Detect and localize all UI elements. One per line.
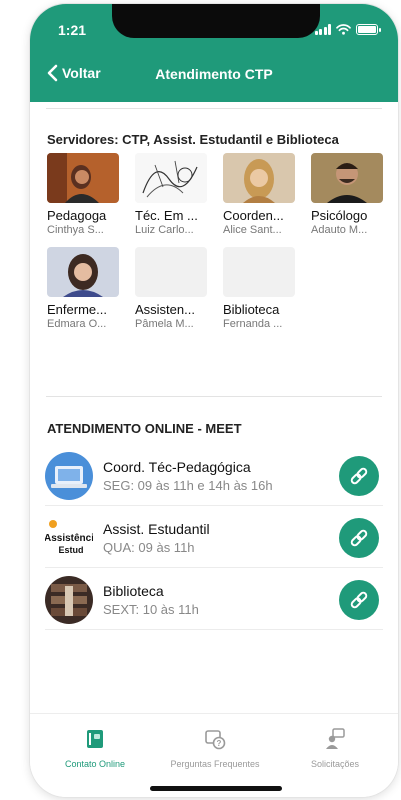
svg-text:?: ? [217,739,222,748]
staff-name: Cinthya S... [47,224,104,236]
meet-text: Biblioteca SEXT: 10 às 11h [103,583,339,617]
assist-estudantil-logo: Assistênci Estud [45,513,93,562]
staff-card-pedagoga[interactable]: Pedagoga Cinthya S... [47,153,131,236]
staff-card-biblioteca[interactable]: Biblioteca Fernanda ... [223,247,307,330]
tab-contato-online[interactable]: Contato Online [40,728,150,769]
staff-card-psicologo[interactable]: Psicólogo Adauto M... [311,153,395,236]
tab-label: Perguntas Frequentes [170,759,260,769]
tab-label: Contato Online [64,759,126,769]
device-notch [112,4,320,38]
staff-role: Coorden... [223,208,284,223]
wifi-icon [336,24,351,35]
staff-photo [47,153,119,203]
meet-link-button[interactable] [339,455,379,496]
meet-item-coordenacao[interactable]: Coord. Téc-Pedagógica SEG: 09 às 11h e 1… [45,446,383,506]
requests-person-icon [326,728,345,749]
staff-card-assistente[interactable]: Assisten... Pâmela M... [135,247,219,330]
staff-card-tecnico[interactable]: Téc. Em ... Luiz Carlo... [135,153,219,236]
tab-perguntas-frequentes[interactable]: ? Perguntas Frequentes [160,728,270,769]
staff-role: Pedagoga [47,208,107,223]
meet-text: Assist. Estudantil QUA: 09 às 11h [103,521,339,555]
staff-photo [47,247,119,297]
bottom-tab-bar: Contato Online ? Perguntas Frequentes So… [30,713,398,797]
staff-role: Biblioteca [223,302,280,317]
status-time: 1:21 [58,22,87,38]
meet-item-assist-estudantil[interactable]: Assistênci Estud Assist. Estudantil QUA:… [45,508,383,568]
meet-text: Coord. Téc-Pedagógica SEG: 09 às 11h e 1… [103,459,339,493]
staff-card-enfermagem[interactable]: Enferme... Edmara O... [47,247,131,330]
meet-item-biblioteca[interactable]: Biblioteca SEXT: 10 às 11h [45,570,383,630]
top-divider [46,108,382,109]
meet-avatar [45,575,93,624]
page-title: Atendimento CTP [155,66,273,82]
staff-role: Assisten... [135,302,195,317]
meet-schedule: SEXT: 10 às 11h [103,601,199,617]
servers-section-title: Servidores: CTP, Assist. Estudantil e Bi… [47,132,339,147]
meet-name: Assist. Estudantil [103,520,210,537]
meet-schedule: SEG: 09 às 11h e 14h às 16h [103,477,273,493]
staff-role: Enferme... [47,302,107,317]
link-icon [350,591,368,608]
staff-name: Alice Sant... [223,224,282,236]
staff-photo-placeholder [135,247,207,297]
staff-name: Edmara O... [47,318,107,330]
meet-name: Coord. Téc-Pedagógica [103,458,251,475]
link-icon [350,529,368,546]
meet-schedule: QUA: 09 às 11h [103,539,195,555]
staff-photo-placeholder [223,247,295,297]
staff-role: Téc. Em ... [135,208,198,223]
staff-card-coordenacao[interactable]: Coorden... Alice Sant... [223,153,307,236]
link-icon [350,467,368,484]
faq-question-icon: ? [205,730,226,750]
staff-name: Fernanda ... [223,318,283,330]
home-indicator [150,786,282,791]
section-divider [46,396,382,397]
staff-name: Pâmela M... [135,318,194,330]
tab-solicitacoes[interactable]: Solicitações [280,728,390,769]
tab-label: Solicitações [310,759,360,769]
meet-link-button[interactable] [339,579,379,620]
online-section-title: ATENDIMENTO ONLINE - MEET [47,421,242,436]
meet-name: Biblioteca [103,582,164,599]
staff-photo [311,153,383,203]
status-icons [314,24,381,35]
staff-photo [223,153,295,203]
logo-line-2: Estud [58,545,83,555]
logo-line-1: Assistênci [45,533,93,544]
meet-link-button[interactable] [339,517,379,558]
phone-screen: 1:21 Voltar Atendimento CTP Servidores: … [30,4,398,797]
staff-name: Adauto M... [311,224,368,236]
battery-icon [356,24,381,35]
contact-book-icon [87,730,103,748]
staff-photo [135,153,207,203]
servers-grid: Pedagoga Cinthya S... Téc. Em ... Luiz C… [47,153,392,330]
staff-role: Psicólogo [311,208,368,223]
meet-avatar [45,451,93,500]
staff-name: Luiz Carlo... [135,224,194,236]
cellular-signal-icon [314,24,331,35]
app-header: 1:21 Voltar Atendimento CTP [30,4,398,102]
